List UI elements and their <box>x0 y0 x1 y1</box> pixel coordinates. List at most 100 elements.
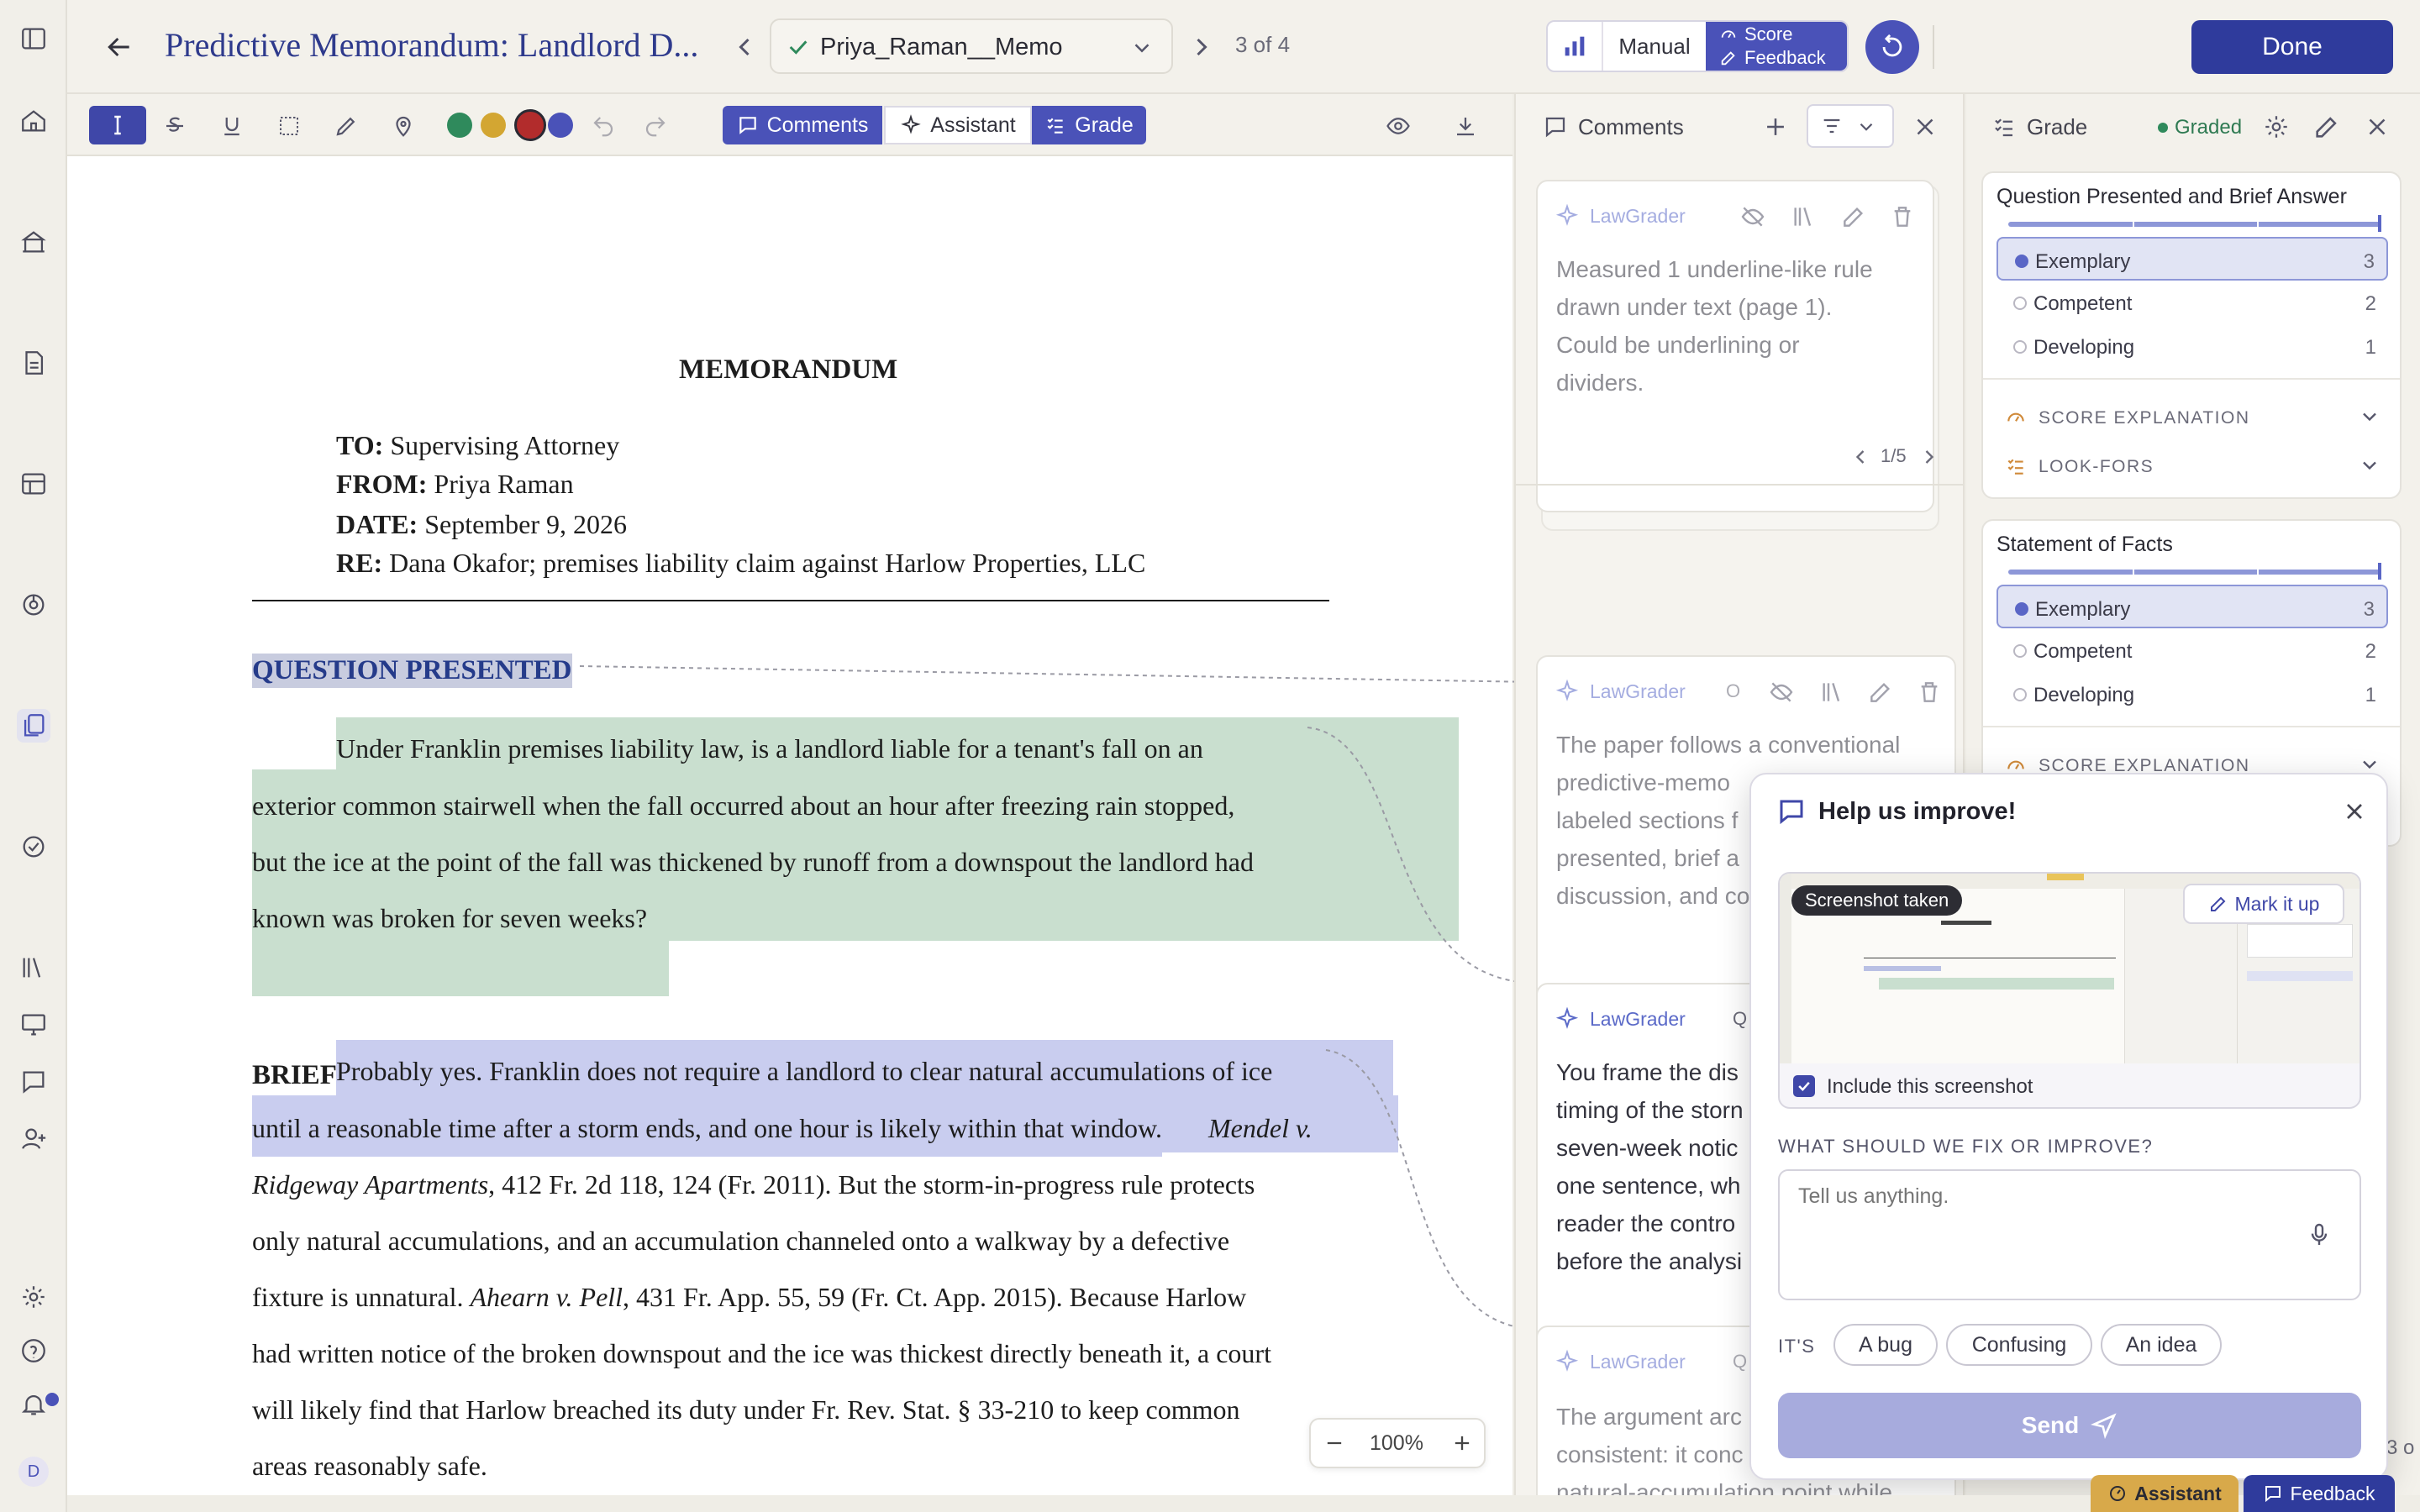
feedback-launcher[interactable]: Feedback <box>2244 1475 2395 1512</box>
doc-selector[interactable]: Priya_Raman__Memo <box>770 18 1173 74</box>
zoom-out-icon[interactable] <box>1323 1431 1346 1455</box>
area-select-icon[interactable] <box>274 111 304 141</box>
comments-tab[interactable]: Comments <box>723 106 882 144</box>
level-name: Exemplary <box>2035 250 2131 273</box>
score-progress-bar <box>2008 570 2381 575</box>
microphone-icon[interactable] <box>2306 1221 2333 1248</box>
mark-it-up-button[interactable]: Mark it up <box>2183 884 2344 924</box>
color-swatch-red[interactable] <box>514 109 546 141</box>
comment-line: timing of the storn <box>1556 1097 1744 1123</box>
filter-dropdown[interactable] <box>1807 104 1894 148</box>
comment-line: Could be underlining or <box>1556 332 1800 358</box>
next-doc-icon[interactable] <box>1186 32 1217 62</box>
score-feedback-button[interactable]: Score Feedback <box>1706 22 1847 71</box>
ba-line-2-case: Mendel v. <box>1208 1113 1313 1143</box>
redo-icon[interactable] <box>640 111 671 141</box>
chip-idea[interactable]: An idea <box>2101 1324 2222 1366</box>
bar-chart-icon[interactable] <box>1548 22 1602 71</box>
level-option-developing[interactable]: Developing 1 <box>1996 672 2388 716</box>
level-option-developing[interactable]: Developing 1 <box>1996 324 2388 368</box>
document-icon[interactable] <box>17 346 50 380</box>
edit-icon[interactable] <box>1840 203 1867 230</box>
memo-re-line: RE: Dana Okafor; premises liability clai… <box>336 548 1145 579</box>
download-icon[interactable] <box>1450 111 1481 141</box>
pager-next-icon[interactable] <box>1918 445 1941 469</box>
manual-mode-button[interactable]: Manual <box>1602 22 1706 71</box>
send-button[interactable]: Send <box>1778 1393 2361 1458</box>
chevron-down-icon[interactable] <box>2358 405 2381 428</box>
hide-icon[interactable] <box>1768 679 1795 706</box>
add-user-icon[interactable] <box>17 1122 50 1156</box>
level-option-exemplary[interactable]: Exemplary 3 <box>1996 585 2388 628</box>
pen-icon[interactable] <box>331 111 361 141</box>
comment-body: You frame the dis timing of the storn se… <box>1556 1053 1744 1280</box>
undo-icon[interactable] <box>588 111 618 141</box>
library-icon[interactable] <box>17 951 50 984</box>
sidebar-toggle-icon[interactable] <box>17 22 50 55</box>
ba-line-3-case: Ridgeway Apartments <box>252 1169 489 1200</box>
eye-icon[interactable] <box>1383 111 1413 141</box>
color-swatch-green[interactable] <box>447 113 472 138</box>
level-option-exemplary[interactable]: Exemplary 3 <box>1996 237 2388 281</box>
qp-line-3: but the ice at the point of the fall was… <box>252 847 1254 877</box>
comment-icon <box>1543 114 1568 139</box>
to-label: TO: <box>336 430 384 460</box>
back-arrow-icon[interactable] <box>103 30 136 64</box>
done-button[interactable]: Done <box>2191 20 2393 74</box>
settings-icon[interactable] <box>2262 113 2291 141</box>
strikethrough-icon[interactable] <box>160 111 190 141</box>
history-button[interactable] <box>1865 20 1919 74</box>
bar-tick <box>2133 570 2134 575</box>
look-fors-toggle[interactable]: LOOK-FORS <box>2039 457 2154 477</box>
presentation-icon[interactable] <box>17 1008 50 1042</box>
assistant-launcher[interactable]: Assistant <box>2091 1475 2238 1512</box>
close-icon[interactable] <box>1911 113 1939 141</box>
message-icon[interactable] <box>17 1065 50 1099</box>
table-icon[interactable] <box>17 467 50 501</box>
grade-tab[interactable]: Grade <box>1032 106 1146 144</box>
underline-icon[interactable] <box>217 111 247 141</box>
level-option-competent[interactable]: Competent 2 <box>1996 281 2388 324</box>
trash-icon[interactable] <box>1916 679 1943 706</box>
pager-prev-icon[interactable] <box>1849 445 1872 469</box>
add-comment-icon[interactable] <box>1761 113 1790 141</box>
bar-tick <box>2257 570 2259 575</box>
feedback-textarea[interactable] <box>1778 1169 2361 1300</box>
trash-icon[interactable] <box>1889 203 1916 230</box>
check-icon <box>1798 1081 1810 1091</box>
comment-card[interactable]: LawGrader Measured 1 underline-like rule… <box>1536 180 1934 512</box>
check-circle-icon[interactable] <box>17 830 50 864</box>
level-option-competent[interactable]: Competent 2 <box>1996 628 2388 672</box>
color-swatch-blue[interactable] <box>548 113 573 138</box>
analytics-icon[interactable] <box>17 588 50 622</box>
settings-icon[interactable] <box>17 1280 50 1314</box>
color-swatch-yellow[interactable] <box>481 113 506 138</box>
previous-doc-icon[interactable] <box>729 32 760 62</box>
zoom-in-icon[interactable] <box>1450 1431 1474 1455</box>
assistant-tab[interactable]: Assistant <box>884 106 1032 144</box>
user-avatar[interactable]: D <box>18 1457 49 1487</box>
chip-confusing[interactable]: Confusing <box>1946 1324 2092 1366</box>
include-screenshot-checkbox[interactable] <box>1793 1075 1815 1097</box>
document-viewer: MEMORANDUM TO: Supervising Attorney FROM… <box>67 156 1512 1495</box>
thumb-level <box>2247 971 2353 981</box>
institution-icon[interactable] <box>17 225 50 259</box>
chip-bug[interactable]: A bug <box>1833 1324 1938 1366</box>
pin-icon[interactable] <box>388 111 418 141</box>
close-icon[interactable] <box>2363 113 2391 141</box>
comment-author: LawGrader <box>1590 680 1686 702</box>
hide-icon[interactable] <box>1739 203 1766 230</box>
documents-active-icon[interactable] <box>17 709 50 743</box>
library-icon[interactable] <box>1790 203 1817 230</box>
library-icon[interactable] <box>1818 679 1845 706</box>
edit-icon[interactable] <box>1867 679 1894 706</box>
close-icon[interactable] <box>2341 798 2368 825</box>
question-presented-heading[interactable]: QUESTION PRESENTED <box>252 654 572 688</box>
score-explanation-toggle[interactable]: SCORE EXPLANATION <box>2039 408 2250 428</box>
chevron-down-icon[interactable] <box>2358 454 2381 477</box>
edit-icon[interactable] <box>2312 113 2341 141</box>
notifications-icon[interactable] <box>17 1388 50 1421</box>
text-select-tool[interactable] <box>89 106 146 144</box>
home-icon[interactable] <box>17 104 50 138</box>
help-icon[interactable] <box>17 1334 50 1368</box>
